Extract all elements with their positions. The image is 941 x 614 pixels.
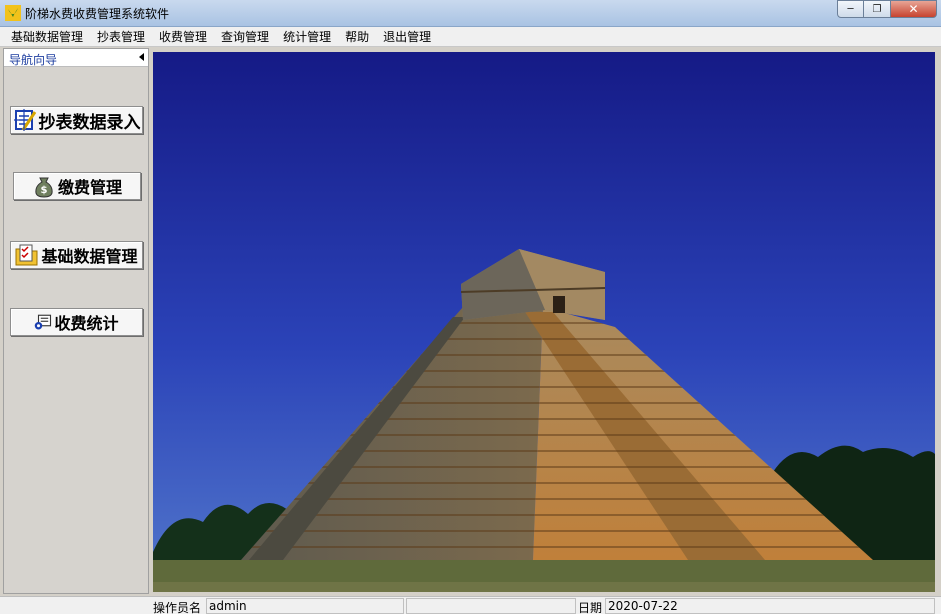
meter-entry-label: 抄表数据录入: [38, 112, 141, 133]
fee-statistics-label: 收费统计: [54, 314, 119, 333]
operator-label: 操作员名: [153, 601, 202, 614]
meter-entry-icon: [13, 109, 36, 131]
fee-statistics-button[interactable]: 收费统计: [10, 308, 143, 336]
payment-management-button[interactable]: $ 缴费管理: [13, 172, 141, 200]
close-icon: ✕: [908, 2, 919, 16]
basic-data-management-button[interactable]: 基础数据管理: [10, 241, 143, 269]
date-value: 2020-07-22: [605, 598, 935, 614]
statistics-icon: [35, 314, 52, 330]
menu-exit[interactable]: 退出管理: [376, 28, 438, 45]
date-label: 日期: [578, 601, 603, 614]
meter-entry-button[interactable]: 抄表数据录入: [10, 106, 143, 134]
background-photo: [153, 52, 935, 592]
close-button[interactable]: ✕: [891, 0, 937, 18]
menu-statistics[interactable]: 统计管理: [276, 28, 338, 45]
minimize-button[interactable]: ─: [837, 0, 864, 18]
window-title: 阶梯水费收费管理系统软件: [25, 7, 170, 21]
basic-data-management-label: 基础数据管理: [41, 247, 138, 266]
nav-header-title: 导航向导: [9, 53, 58, 67]
window-controls: ─ ❐ ✕: [837, 0, 937, 18]
minimize-icon: ─: [847, 3, 854, 15]
folder-checklist-icon: [15, 244, 38, 266]
maximize-button[interactable]: ❐: [864, 0, 891, 18]
menu-query[interactable]: 查询管理: [214, 28, 276, 45]
nav-header: 导航向导: [4, 49, 148, 67]
water-drop-leaf-icon: [5, 5, 21, 21]
status-spacer: [406, 598, 576, 614]
menu-basic-data[interactable]: 基础数据管理: [4, 28, 90, 45]
collapse-arrow-icon[interactable]: [139, 53, 144, 61]
window-border: [936, 47, 941, 596]
menu-billing[interactable]: 收费管理: [152, 28, 214, 45]
navigation-panel: 导航向导 抄表数据录入 $ 缴费管理 基础数据管理 收费统计: [3, 48, 149, 594]
pyramid-image: [153, 52, 935, 592]
svg-text:$: $: [41, 185, 48, 196]
menu-meter-reading[interactable]: 抄表管理: [90, 28, 152, 45]
operator-value: admin: [206, 598, 404, 614]
money-bag-icon: $: [35, 177, 53, 198]
title-bar: 阶梯水费收费管理系统软件 ─ ❐ ✕: [0, 0, 941, 27]
menu-bar: 基础数据管理 抄表管理 收费管理 查询管理 统计管理 帮助 退出管理: [0, 27, 941, 47]
restore-icon: ❐: [872, 3, 882, 15]
menu-help[interactable]: 帮助: [338, 28, 376, 45]
status-bar: 操作员名 admin 日期 2020-07-22: [0, 596, 941, 614]
payment-management-label: 缴费管理: [57, 178, 122, 197]
